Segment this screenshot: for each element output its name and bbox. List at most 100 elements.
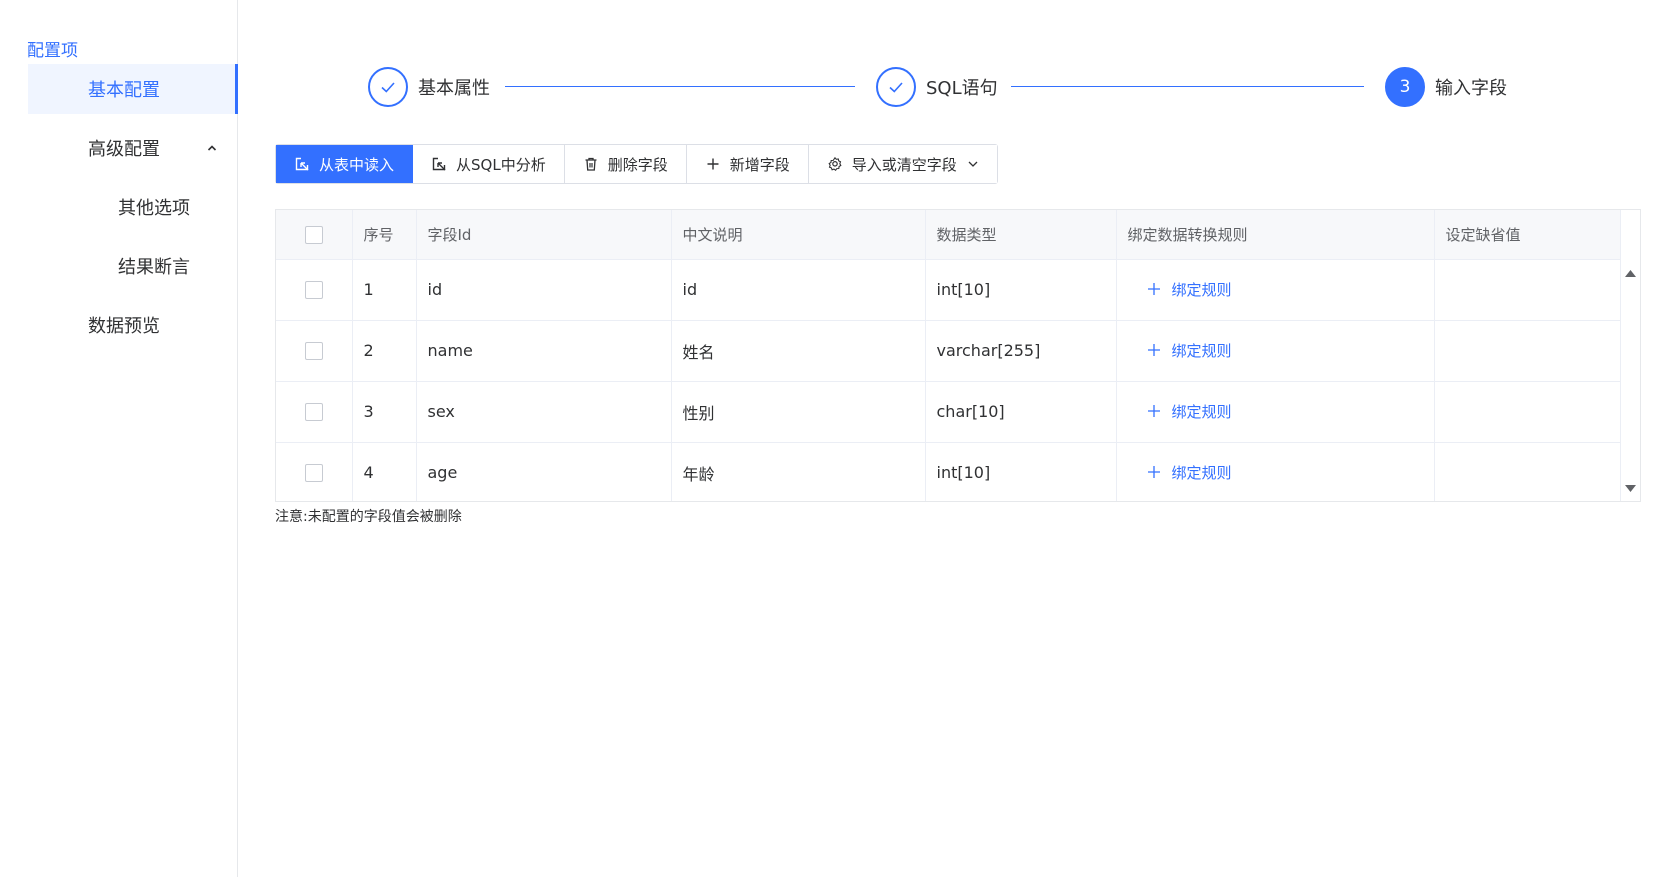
trash-icon [585,157,597,171]
sidebar-item-basic-config[interactable]: 基本配置 [28,64,238,114]
toolbar: 从表中读入 从SQL中分析 删除字段 新增字段 导入或清空字段 [275,144,998,184]
cell-data-type[interactable]: char[10] [925,381,1117,443]
step-connector [1011,86,1364,87]
sidebar-item-data-preview[interactable]: 数据预览 [28,300,238,350]
table-row: 2 name 姓名 varchar[255] 绑定规则 [276,320,1621,382]
step-label: 基本属性 [418,78,490,99]
column-header: 字段Id [416,210,672,260]
cell-bind-rule: 绑定规则 [1116,320,1435,382]
cell-data-type[interactable]: varchar[255] [925,320,1117,382]
sidebar-item-label: 数据预览 [88,316,160,337]
table-row: 4 age 年龄 int[10] 绑定规则 [276,442,1621,501]
cell-description[interactable]: id [671,259,926,321]
button-label: 删除字段 [607,155,668,174]
cell-field-id[interactable]: sex [416,381,672,443]
check-icon [889,82,903,93]
table-scrollbar[interactable] [1620,259,1640,501]
cell-field-id[interactable]: name [416,320,672,382]
import-cursor-icon [432,157,446,171]
cell-field-id[interactable]: id [416,259,672,321]
column-header: 序号 [352,210,417,260]
button-label: 从表中读入 [319,155,395,174]
row-select-cell [276,320,353,382]
cell-index: 3 [352,381,417,443]
bind-rule-label: 绑定规则 [1171,463,1232,482]
step-sql[interactable]: SQL语句 [876,66,998,108]
sidebar-item-label: 其他选项 [118,198,190,219]
delete-field-button[interactable]: 删除字段 [564,145,687,183]
cell-description[interactable]: 姓名 [671,320,926,382]
cell-data-type[interactable]: int[10] [925,259,1117,321]
cell-default-value[interactable] [1434,320,1621,382]
field-note: 注意:未配置的字段值会被删除 [275,509,462,525]
step-circle [876,67,916,107]
read-from-table-button[interactable]: 从表中读入 [276,145,414,183]
plus-icon [1147,344,1160,357]
cell-description[interactable]: 性别 [671,381,926,443]
add-field-button[interactable]: 新增字段 [686,145,809,183]
cell-index: 2 [352,320,417,382]
import-cursor-icon [295,157,309,171]
column-header: 绑定数据转换规则 [1116,210,1435,260]
sidebar-header: 配置项 [27,41,78,61]
plus-icon [707,158,719,170]
cell-index: 4 [352,442,417,501]
plus-icon [1147,466,1160,479]
button-label: 导入或清空字段 [851,155,957,174]
sidebar-item-advanced-config[interactable]: 高级配置 [28,123,238,173]
row-checkbox[interactable] [304,342,323,361]
import-or-clear-dropdown[interactable]: 导入或清空字段 [808,145,997,183]
select-all-checkbox[interactable] [304,225,323,244]
scroll-down-arrow-icon[interactable] [1625,485,1636,493]
cell-default-value[interactable] [1434,259,1621,321]
step-input-fields[interactable]: 3 输入字段 [1385,66,1507,108]
row-checkbox[interactable] [304,403,323,422]
step-basic-props[interactable]: 基本属性 [368,66,490,108]
gear-icon [828,156,842,171]
bind-rule-link[interactable]: 绑定规则 [1147,401,1232,422]
cell-bind-rule: 绑定规则 [1116,259,1435,321]
cell-data-type[interactable]: int[10] [925,442,1117,501]
cell-description[interactable]: 年龄 [671,442,926,501]
sidebar-item-label: 高级配置 [88,139,160,160]
cell-default-value[interactable] [1434,442,1621,501]
bind-rule-link[interactable]: 绑定规则 [1147,279,1232,300]
bind-rule-link[interactable]: 绑定规则 [1147,340,1232,361]
step-circle [368,67,408,107]
step-number: 3 [1385,67,1425,107]
row-checkbox[interactable] [304,464,323,483]
fields-table: 序号 字段Id 中文说明 数据类型 绑定数据转换规则 设定缺省值 1 id id… [275,209,1641,502]
sidebar-item-label: 基本配置 [88,80,160,101]
bind-rule-label: 绑定规则 [1171,341,1232,360]
sidebar-item-other-options[interactable]: 其他选项 [28,182,238,232]
row-checkbox[interactable] [304,281,323,300]
table-header-row: 序号 字段Id 中文说明 数据类型 绑定数据转换规则 设定缺省值 [276,210,1621,260]
plus-icon [1147,283,1160,296]
button-label: 新增字段 [729,155,790,174]
column-header: 设定缺省值 [1434,210,1621,260]
check-icon [381,82,395,93]
chevron-down-icon [968,161,978,167]
chevron-up-icon [207,145,217,151]
step-label: SQL语句 [926,78,998,99]
sidebar: 配置项 基本配置 高级配置 其他选项 结果断言 数据预览 [0,0,238,877]
column-header: 数据类型 [925,210,1117,260]
step-label: 输入字段 [1435,78,1507,99]
bind-rule-label: 绑定规则 [1171,402,1232,421]
cell-bind-rule: 绑定规则 [1116,381,1435,443]
bind-rule-label: 绑定规则 [1171,280,1232,299]
select-all-cell [276,210,353,260]
step-connector [505,86,855,87]
cell-field-id[interactable]: age [416,442,672,501]
button-label: 从SQL中分析 [456,155,546,174]
bind-rule-link[interactable]: 绑定规则 [1147,462,1232,483]
row-select-cell [276,442,353,501]
sidebar-item-result-assert[interactable]: 结果断言 [28,241,238,291]
plus-icon [1147,405,1160,418]
table-row: 1 id id int[10] 绑定规则 [276,259,1621,321]
analyze-sql-button[interactable]: 从SQL中分析 [413,145,565,183]
sidebar-item-label: 结果断言 [118,257,190,278]
scroll-up-arrow-icon[interactable] [1625,269,1636,277]
cell-default-value[interactable] [1434,381,1621,443]
cell-index: 1 [352,259,417,321]
